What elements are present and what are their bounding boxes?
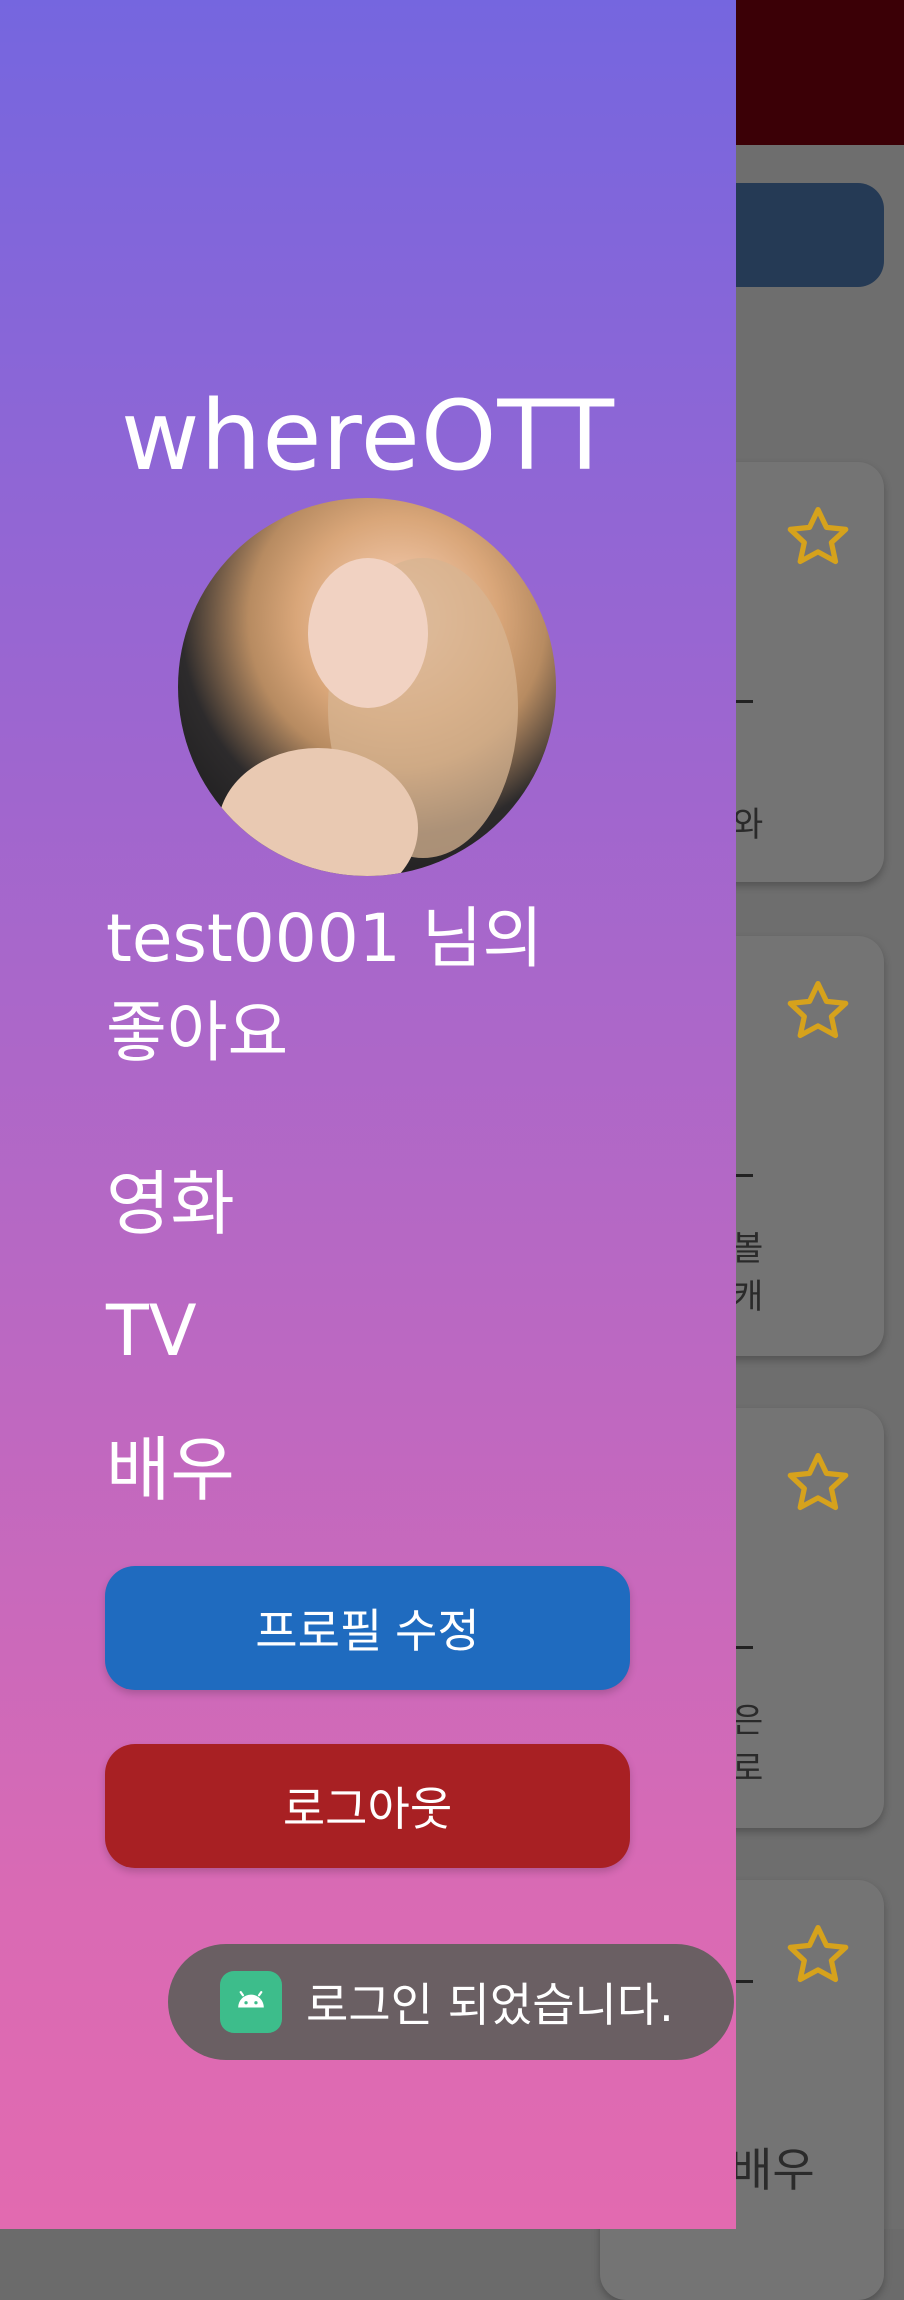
background-card-dash: [735, 1174, 753, 1177]
background-card-text: 캐: [732, 1277, 764, 1317]
edit-profile-button[interactable]: 프로필 수정: [105, 1566, 630, 1690]
app-title: whereOTT: [121, 380, 615, 492]
avatar-face: [308, 558, 428, 708]
background-card-dash: [735, 700, 753, 703]
logout-button[interactable]: 로그아웃: [105, 1744, 630, 1868]
user-line: test0001 님의: [106, 900, 544, 977]
user-likes-title: test0001 님의 좋아요: [106, 892, 543, 1080]
android-icon: [220, 1971, 282, 2033]
background-card-text: 볼: [732, 1229, 764, 1269]
star-outline-icon: [787, 1924, 849, 1983]
menu-item-tv[interactable]: TV: [106, 1290, 197, 1372]
background-card-text: 로: [732, 1749, 764, 1789]
menu-item-actors[interactable]: 배우: [106, 1414, 235, 1515]
profile-avatar[interactable]: [178, 498, 556, 876]
navigation-drawer: whereOTT test0001 님의 좋아요 영화 TV 배우 프로필 수정…: [0, 0, 736, 2229]
background-card-dash: [735, 1980, 753, 1983]
background-card-text: 와: [732, 805, 764, 845]
likes-label: 좋아요: [106, 994, 289, 1071]
background-card-dash: [735, 1646, 753, 1649]
star-outline-icon: [787, 1452, 849, 1511]
background-card-text: 은: [732, 1701, 764, 1741]
background-bottom-text: 배우: [730, 2143, 815, 2197]
android-glyph: [238, 1991, 264, 2008]
menu-item-movies[interactable]: 영화: [106, 1148, 235, 1249]
toast-message: 로그인 되었습니다.: [168, 1944, 734, 2060]
toast-text: 로그인 되었습니다.: [306, 1978, 674, 2032]
star-outline-icon: [787, 980, 849, 1039]
star-outline-icon: [787, 506, 849, 565]
